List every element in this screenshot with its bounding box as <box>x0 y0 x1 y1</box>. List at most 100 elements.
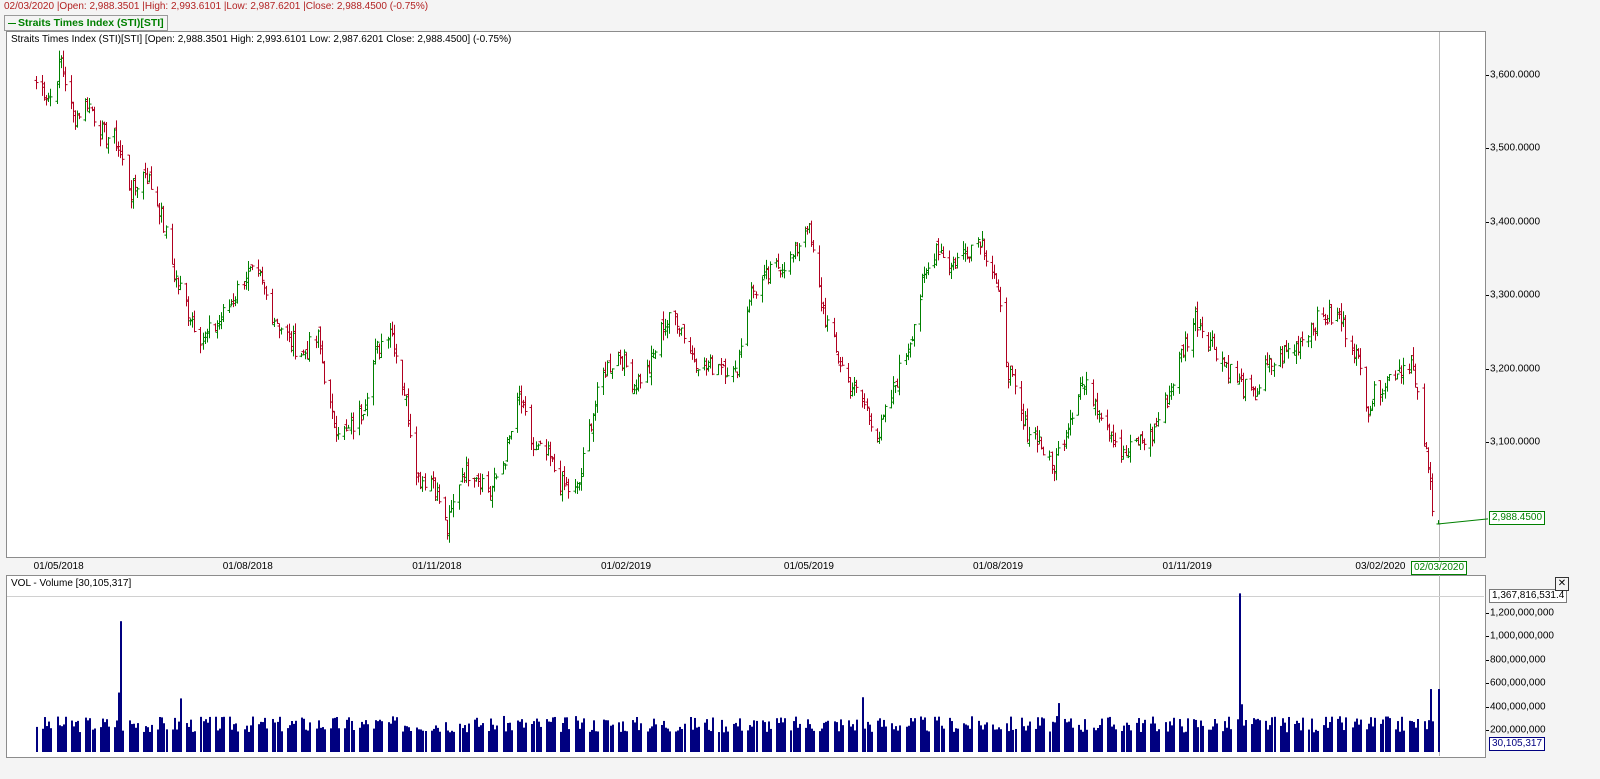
volume-bar <box>1210 729 1212 752</box>
volume-bar <box>663 720 665 752</box>
current-date-label: 02/03/2020 <box>1411 561 1468 575</box>
volume-bar <box>279 716 281 752</box>
volume-bar <box>1401 716 1403 752</box>
volume-bar <box>764 722 766 752</box>
volume-bar <box>375 720 377 752</box>
volume-bar <box>1345 717 1347 752</box>
volume-bar <box>1296 720 1298 752</box>
volume-bar <box>1315 729 1317 752</box>
volume-bar <box>1343 730 1345 752</box>
volume-bar <box>505 731 507 752</box>
volume-bar <box>998 727 1000 752</box>
volume-bar <box>591 729 593 752</box>
volume-bar <box>978 720 980 752</box>
volume-bar <box>316 728 318 752</box>
volume-bar <box>188 726 190 752</box>
volume-bar <box>727 731 729 752</box>
volume-bar <box>373 728 375 752</box>
volume-bar <box>1237 719 1239 752</box>
volume-bar <box>1156 731 1158 752</box>
volume-bar <box>955 728 957 752</box>
volume-bar <box>1274 716 1276 752</box>
volume-bar <box>1130 730 1132 752</box>
volume-bar <box>205 719 207 752</box>
volume-bar <box>244 729 246 752</box>
volume-bar <box>1068 721 1070 752</box>
volume-bar <box>108 726 110 752</box>
volume-bar <box>799 723 801 752</box>
volume-bar <box>1428 720 1430 752</box>
volume-bar <box>260 721 262 752</box>
volume-bar <box>1253 718 1255 752</box>
volume-bar <box>116 720 118 752</box>
volume-bar <box>266 728 268 752</box>
volume-bar <box>653 718 655 752</box>
date-x-tick-label: 01/05/2018 <box>33 561 84 572</box>
volume-bar <box>178 721 180 752</box>
volume-bar <box>1035 728 1037 752</box>
volume-bar <box>517 720 519 752</box>
volume-bar <box>1389 718 1391 752</box>
volume-bar <box>406 726 408 752</box>
volume-bar <box>1243 725 1245 752</box>
volume-bar <box>914 718 916 752</box>
volume-bar <box>46 726 48 752</box>
volume-bar <box>1230 729 1232 752</box>
volume-bar <box>784 718 786 752</box>
volume-bar <box>525 722 527 752</box>
volume-bar <box>416 727 418 752</box>
volume-bar <box>967 725 969 752</box>
volume-bar <box>618 722 620 752</box>
volume-bar <box>696 727 698 752</box>
volume-bar <box>908 725 910 752</box>
volume-bar <box>293 723 295 752</box>
volume-bar <box>912 721 914 752</box>
volume-bar <box>1430 689 1432 752</box>
volume-bar <box>869 724 871 752</box>
volume-bar <box>133 723 135 752</box>
volume-bar <box>1200 720 1202 752</box>
volume-bar <box>924 717 926 752</box>
volume-bar <box>566 717 568 752</box>
volume-bar <box>381 721 383 752</box>
volume-bar <box>823 722 825 752</box>
volume-bar <box>523 727 525 752</box>
volume-bar <box>1382 719 1384 752</box>
volume-bar <box>104 722 106 752</box>
volume-bar <box>320 727 322 752</box>
volume-bar <box>579 728 581 752</box>
volume-bar <box>1187 718 1189 752</box>
volume-bar <box>850 726 852 752</box>
volume-bar <box>71 720 73 752</box>
volume-bar <box>624 730 626 752</box>
volume-bar <box>1280 725 1282 752</box>
volume-bar <box>1403 730 1405 752</box>
volume-bar <box>135 727 137 752</box>
volume-bar <box>334 717 336 752</box>
volume-bar <box>1015 728 1017 752</box>
volume-bar <box>149 731 151 752</box>
volume-bar <box>583 718 585 752</box>
volume-bar <box>174 717 176 752</box>
volume-bar <box>1245 720 1247 752</box>
volume-bar <box>73 726 75 752</box>
volume-bar <box>161 717 163 752</box>
close-panel-button[interactable]: ✕ <box>1555 577 1569 591</box>
volume-bar <box>252 716 254 752</box>
volume-bar <box>877 720 879 752</box>
volume-bar <box>377 721 379 752</box>
volume-bar <box>751 726 753 752</box>
volume-bar <box>1070 718 1072 752</box>
volume-bar <box>1294 723 1296 752</box>
volume-bar <box>1173 717 1175 752</box>
volume-bar <box>431 730 433 752</box>
volume-bar <box>166 729 168 752</box>
volume-bar <box>1109 716 1111 752</box>
volume-bar <box>679 726 681 752</box>
volume-bar <box>272 718 274 752</box>
volume-bar <box>1183 732 1185 752</box>
date-x-tick-label: 01/11/2019 <box>1162 561 1212 572</box>
volume-bar <box>190 719 192 752</box>
volume-bar <box>712 717 714 752</box>
volume-bar <box>363 724 365 752</box>
